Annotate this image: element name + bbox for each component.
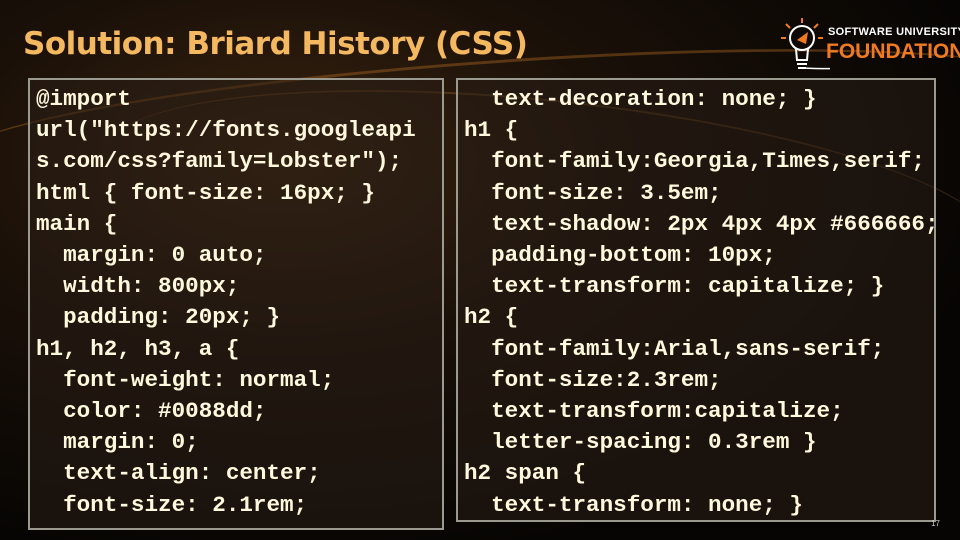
code-box-left: @import url("https://fonts.googleapi s.com… [28, 78, 444, 530]
code-line: margin: 0; [36, 429, 199, 456]
code-line: font-family:Georgia,Times,serif; [464, 148, 925, 175]
css-code-left: @import url("https://fonts.googleapi s.com… [36, 84, 416, 521]
code-line: text-transform:capitalize; [464, 398, 844, 425]
code-line: h1, h2, h3, a { [36, 335, 240, 362]
code-line: font-size: 2.1rem; [36, 491, 308, 518]
lightbulb-icon [781, 18, 830, 70]
code-line: font-weight: normal; [36, 366, 335, 393]
code-line: font-size:2.3rem; [464, 366, 722, 393]
code-line: margin: 0 auto; [36, 242, 267, 269]
code-line: color: #0088dd; [36, 398, 267, 425]
slide-title: Solution: Briard History (CSS) [23, 26, 528, 62]
softuni-foundation-logo: SOFTWARE UNIVERSITY FOUNDATION [780, 16, 960, 72]
code-line: @import [36, 86, 131, 112]
code-line: h1 { [464, 117, 519, 144]
code-line: main { [36, 210, 118, 237]
code-line: text-shadow: 2px 4px 4px #666666; [464, 210, 939, 237]
code-line: text-align: center; [36, 460, 321, 487]
code-line: text-decoration: none; } [464, 86, 817, 112]
code-line: width: 800px; [36, 273, 240, 300]
code-line: html { font-size: 16px; } [36, 179, 375, 206]
code-box-right: text-decoration: none; } h1 { font-family… [456, 78, 939, 522]
code-line: url("https://fonts.googleapi [36, 117, 416, 144]
code-line: h2 span { [464, 460, 587, 487]
code-line: text-transform: none; } [464, 491, 803, 518]
logo-line2: FOUNDATION [826, 40, 960, 63]
code-line: text-transform: capitalize; } [464, 273, 885, 300]
code-line: font-family:Arial,sans-serif; [464, 335, 885, 362]
page-number: 17 [931, 519, 940, 528]
code-line: s.com/css?family=Lobster"); [36, 148, 403, 175]
code-line: padding: 20px; } [36, 304, 281, 331]
code-line: h2 { [464, 304, 519, 331]
css-code-right: text-decoration: none; } h1 { font-family… [464, 84, 939, 521]
logo-line1: SOFTWARE UNIVERSITY [828, 26, 960, 38]
code-line: padding-bottom: 10px; [464, 242, 776, 269]
code-line: font-size: 3.5em; [464, 179, 722, 206]
code-line: letter-spacing: 0.3rem } [464, 429, 817, 456]
